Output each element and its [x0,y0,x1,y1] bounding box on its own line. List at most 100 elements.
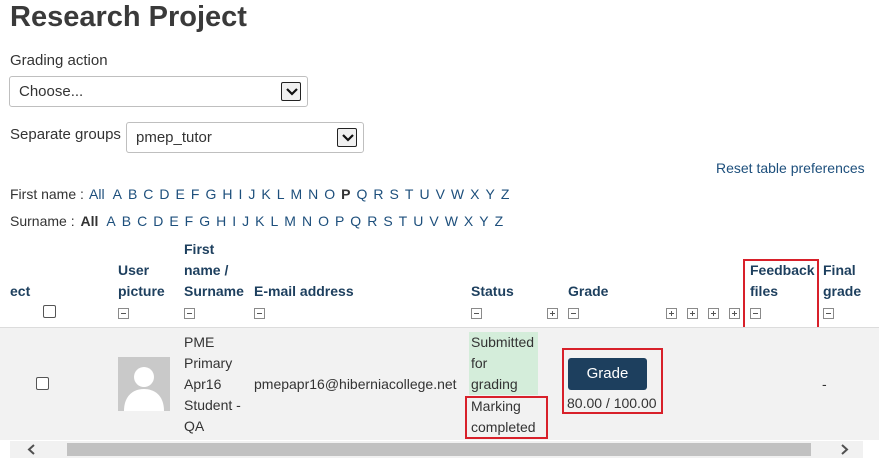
surname-letter-f[interactable]: F [185,213,194,229]
name-header-line1[interactable]: First [184,239,214,260]
surname-all-link[interactable]: All [80,213,98,229]
surname-letter-q[interactable]: Q [350,213,361,229]
first-name-letter-v[interactable]: V [436,186,445,202]
first-name-letter-i[interactable]: I [238,186,242,202]
first-name-letter-y[interactable]: Y [485,186,494,202]
surname-letter-n[interactable]: N [302,213,312,229]
surname-letter-m[interactable]: M [284,213,296,229]
grade-header[interactable]: Grade [568,281,608,302]
expand-column-icon[interactable] [708,308,719,319]
expand-column-icon[interactable] [547,308,558,319]
final-grade-header-line2: grade [823,283,862,299]
first-name-letter-x[interactable]: X [470,186,479,202]
surname-filter-label: Surname : [10,213,75,229]
groups-select[interactable]: pmep_tutor [126,122,364,153]
collapse-column-icon[interactable] [254,308,265,319]
first-name-letter-z[interactable]: Z [501,186,510,202]
surname-letter-o[interactable]: O [318,213,329,229]
first-name-letter-u[interactable]: U [419,186,429,202]
student-name[interactable]: PME Primary Apr16 Student - QA [184,332,241,437]
first-name-letter-c[interactable]: C [143,186,153,202]
surname-letter-j[interactable]: J [242,213,249,229]
surname-letter-l[interactable]: L [270,213,278,229]
highlight-box [743,259,819,334]
surname-letter-h[interactable]: H [216,213,226,229]
collapse-column-icon[interactable] [471,308,482,319]
grading-action-select[interactable]: Choose... [9,76,308,107]
first-name-letter-o[interactable]: O [324,186,335,202]
first-name-letter-w[interactable]: W [451,186,464,202]
surname-letter-w[interactable]: W [445,213,458,229]
status-header[interactable]: Status [471,281,514,302]
page-title: Research Project [10,1,247,33]
select-all-checkbox[interactable] [43,305,56,318]
expand-column-icon[interactable] [687,308,698,319]
status-submitted-text: Submitted for grading [471,332,534,395]
first-name-letter-m[interactable]: M [290,186,302,202]
avatar[interactable] [118,357,170,411]
surname-letter-p[interactable]: P [335,213,344,229]
expand-column-icon[interactable] [729,308,740,319]
first-name-letter-p[interactable]: P [341,186,350,202]
collapse-column-icon[interactable] [184,308,195,319]
highlight-box [465,396,548,439]
surname-letter-r[interactable]: R [367,213,377,229]
surname-letter-i[interactable]: I [232,213,236,229]
surname-letter-g[interactable]: G [199,213,210,229]
scroll-left-arrow-icon[interactable] [24,441,40,458]
horizontal-scrollbar[interactable] [10,441,863,458]
first-name-letter-j[interactable]: J [248,186,255,202]
surname-letter-t[interactable]: T [399,213,408,229]
first-name-letter-s[interactable]: S [390,186,399,202]
first-name-all-link[interactable]: All [89,186,105,202]
first-name-letter-e[interactable]: E [176,186,185,202]
status-line: for [471,355,488,371]
first-name-letter-h[interactable]: H [222,186,232,202]
surname-letter-b[interactable]: B [122,213,131,229]
first-name-letter-k[interactable]: K [261,186,270,202]
first-name-letter-l[interactable]: L [277,186,285,202]
first-name-letter-b[interactable]: B [128,186,137,202]
surname-letter-e[interactable]: E [169,213,178,229]
name-line: PME [184,334,215,350]
first-name-letter-a[interactable]: A [113,186,122,202]
scroll-right-arrow-icon[interactable] [836,441,852,458]
final-grade-header-line1: Final [823,262,856,278]
surname-letter-c[interactable]: C [137,213,147,229]
email-header[interactable]: E-mail address [254,281,354,302]
collapse-column-icon[interactable] [823,308,834,319]
surname-letter-y[interactable]: Y [479,213,488,229]
collapse-column-icon[interactable] [118,308,129,319]
final-grade-value: - [822,376,827,392]
student-email: pmepapr16@hiberniacollege.net [254,376,457,392]
surname-letter-d[interactable]: D [153,213,163,229]
surname-letter-z[interactable]: Z [495,213,504,229]
first-name-filter-label: First name : [10,186,84,202]
first-name-letter-n[interactable]: N [308,186,318,202]
select-column-header: ect [10,283,31,299]
name-header-line2[interactable]: name / [184,260,228,281]
name-header-line3[interactable]: Surname [184,281,244,302]
name-line: Student - [184,397,241,413]
expand-column-icon[interactable] [666,308,677,319]
row-select-checkbox[interactable] [36,377,49,390]
collapse-column-icon[interactable] [568,308,579,319]
chevron-down-icon [337,128,357,147]
first-name-letter-g[interactable]: G [205,186,216,202]
first-name-letter-d[interactable]: D [159,186,169,202]
surname-letter-a[interactable]: A [106,213,115,229]
surname-letter-x[interactable]: X [464,213,473,229]
surname-letter-s[interactable]: S [383,213,392,229]
first-name-letter-f[interactable]: F [191,186,200,202]
surname-initials-bar: Surname : All A B C D E F G H I J K L M N O P Q R S T U V W X Y Z [10,213,509,229]
surname-letter-u[interactable]: U [413,213,423,229]
first-name-letter-q[interactable]: Q [357,186,368,202]
scrollbar-thumb[interactable] [67,443,811,456]
surname-letter-k[interactable]: K [255,213,264,229]
grading-action-label: Grading action [10,52,108,69]
first-name-letter-r[interactable]: R [373,186,383,202]
surname-letter-v[interactable]: V [429,213,438,229]
reset-table-preferences-link[interactable]: Reset table preferences [716,160,865,176]
first-name-initials-bar: First name : All A B C D E F G H I J K L M N O P Q R S T U V W X… [10,186,515,202]
first-name-letter-t[interactable]: T [405,186,414,202]
